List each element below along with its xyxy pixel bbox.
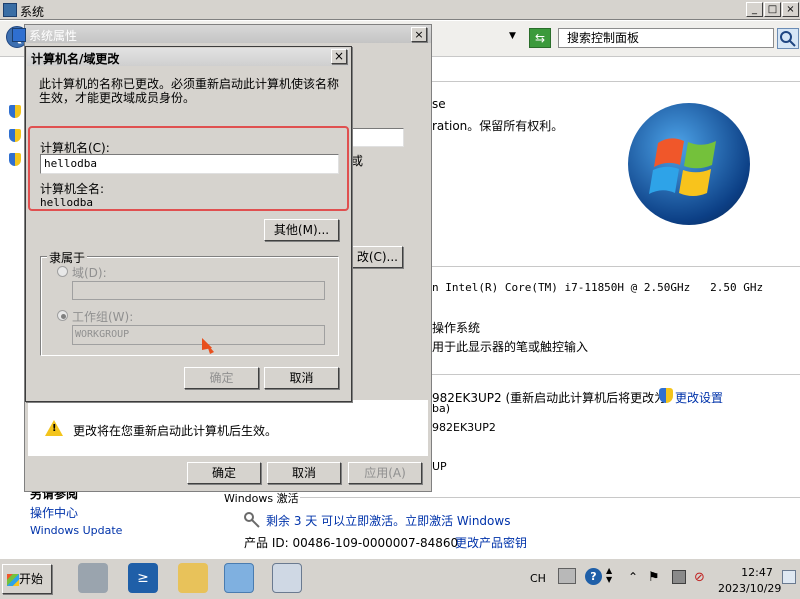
network-icon[interactable] (672, 570, 686, 584)
pen-touch-value: 用于此显示器的笔或触控输入 (432, 340, 589, 354)
dialog-ok-button[interactable]: 确定 (184, 367, 259, 389)
keyboard-icon[interactable] (558, 568, 576, 584)
show-desktop-button[interactable] (782, 570, 796, 584)
system-window-titlebar (0, 0, 800, 20)
windows-update-link[interactable]: Windows Update (30, 524, 122, 537)
props-close-button[interactable]: × (411, 27, 427, 42)
key-icon (244, 512, 260, 528)
domain-input[interactable] (72, 281, 325, 300)
props-partial-text: 或 (351, 154, 364, 168)
product-id: 产品 ID: 00486-109-0000007-84860 (244, 536, 459, 550)
start-button[interactable]: 开始 (2, 564, 52, 594)
computer-name-suffix: ba) (432, 402, 451, 415)
divider (300, 497, 800, 498)
copyright-line-1: se (432, 97, 446, 111)
activation-heading: Windows 激活 (224, 492, 299, 505)
minimize-button[interactable]: _ (746, 2, 763, 17)
copyright-line-2: ration。保留所有权利。 (432, 119, 564, 133)
computer-name-value: 982EK3UP2 (重新启动此计算机后将更改为 (432, 391, 667, 405)
divider (430, 374, 800, 375)
clock-time: 12:47 (741, 566, 773, 579)
props-change-button[interactable]: 改(C)... (345, 246, 403, 268)
workgroup-value: UP (432, 460, 447, 473)
maximize-button[interactable]: □ (764, 2, 781, 17)
warning-icon-mark: ! (52, 423, 57, 434)
radio-dot (61, 314, 66, 319)
divider (430, 266, 800, 267)
system-window-icon (3, 3, 17, 17)
props-warning-text: 更改将在您重新启动此计算机后生效。 (73, 424, 278, 438)
workgroup-label: 工作组(W): (72, 310, 134, 324)
windows-start-icon (7, 573, 19, 586)
shield-icon (659, 388, 673, 403)
dialog-close-button[interactable]: × (331, 49, 347, 64)
workgroup-input[interactable]: WORKGROUP (72, 325, 325, 345)
control-panel-icon[interactable] (224, 563, 254, 593)
show-hidden-icons[interactable]: ⌃ (628, 570, 638, 584)
dialog-description: 此计算机的名称已更改。必须重新启动此计算机使该名称生效，才能更改域成员身份。 (39, 77, 340, 105)
system-type-value: 操作系统 (432, 321, 481, 335)
volume-muted-icon[interactable]: ⊘ (694, 570, 705, 585)
ime-options-icon[interactable]: ▲ ▼ (606, 566, 612, 584)
full-computer-name-value: hellodba (40, 196, 93, 209)
action-center-link[interactable]: 操作中心 (30, 504, 78, 521)
props-description-field[interactable] (352, 128, 404, 147)
system-properties-title: 系统属性 (29, 29, 78, 43)
search-button[interactable] (777, 28, 799, 49)
dialog-cancel-button[interactable]: 取消 (264, 367, 339, 389)
system-properties-icon (12, 28, 26, 42)
domain-radio[interactable] (57, 266, 68, 277)
activate-link[interactable]: 剩余 3 天 可以立即激活。立即激活 Windows (266, 512, 510, 529)
powershell-icon[interactable]: ≥ (128, 563, 158, 593)
computer-name-input[interactable]: hellodba (40, 154, 339, 174)
refresh-button[interactable]: ⇆ (529, 28, 551, 48)
explorer-icon[interactable] (178, 563, 208, 593)
props-cancel-button[interactable]: 取消 (267, 462, 341, 484)
change-product-key-link[interactable]: 更改产品密钥 (455, 534, 527, 551)
full-name-value: 982EK3UP2 (432, 421, 496, 434)
windows-flag-icon (649, 138, 716, 196)
windows-logo (628, 103, 750, 225)
help-icon[interactable]: ? (585, 568, 602, 585)
address-dropdown-icon[interactable]: ▼ (509, 31, 516, 41)
full-computer-name-label: 计算机全名: (40, 182, 105, 196)
clock-date: 2023/10/29 (718, 582, 782, 595)
system-properties-titlebar (25, 25, 431, 43)
change-settings-link[interactable]: 更改设置 (675, 389, 723, 406)
shield-icon (9, 105, 21, 118)
system-window-title: 系统 (20, 5, 45, 19)
server-manager-icon[interactable] (78, 563, 108, 593)
close-button[interactable]: × (782, 2, 799, 17)
domain-label: 域(D): (72, 266, 107, 280)
system-icon[interactable] (272, 563, 302, 593)
workgroup-radio[interactable] (57, 310, 68, 321)
processor-value: n Intel(R) Core(TM) i7-11850H @ 2.50GHz … (432, 281, 764, 294)
search-input[interactable]: 搜索控制面板 (558, 28, 774, 48)
computer-name-dialog-title: 计算机名/域更改 (31, 52, 120, 66)
shield-icon (9, 129, 21, 142)
more-button[interactable]: 其他(M)... (264, 219, 339, 241)
props-ok-button[interactable]: 确定 (187, 462, 261, 484)
search-icon (780, 31, 796, 47)
start-label: 开始 (19, 572, 44, 586)
red-arrow-pointer (200, 336, 216, 356)
shield-icon (9, 153, 21, 166)
flag-icon[interactable]: ⚑ (648, 570, 660, 585)
props-apply-button[interactable]: 应用(A) (348, 462, 422, 484)
divider (430, 81, 800, 82)
language-indicator[interactable]: CH (530, 572, 546, 585)
